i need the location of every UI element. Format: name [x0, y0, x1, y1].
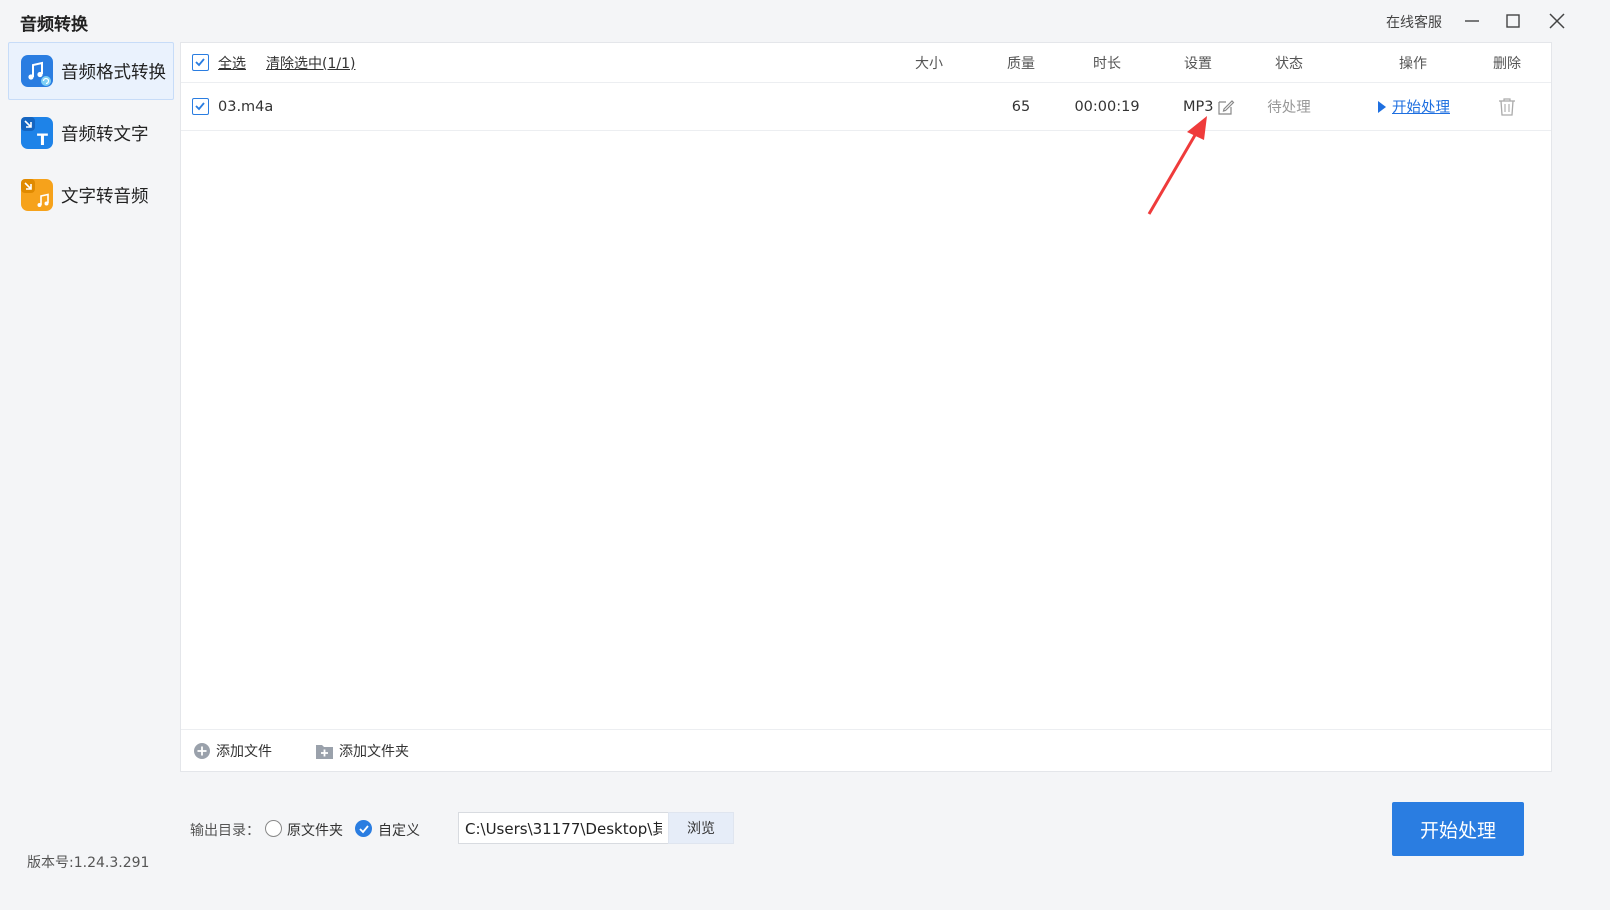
file-duration: 00:00:19 [1074, 98, 1140, 115]
sidebar: 音频格式转换 T 音频转文字 文字转音频 [8, 42, 174, 228]
sidebar-item-audio-to-text[interactable]: T 音频转文字 [8, 104, 174, 162]
maximize-icon [1506, 14, 1520, 28]
check-icon [195, 102, 205, 111]
check-icon [195, 58, 205, 67]
sidebar-item-label: 文字转音频 [61, 186, 149, 207]
check-icon [359, 825, 369, 834]
text-to-audio-icon [21, 179, 53, 211]
audio-to-text-icon: T [21, 117, 53, 149]
col-duration: 时长 [1093, 55, 1121, 72]
checkbox[interactable] [192, 54, 209, 71]
close-icon [1549, 13, 1565, 29]
annotation-arrow-icon [1147, 116, 1207, 215]
start-process-button[interactable]: 开始处理 [1392, 802, 1524, 856]
sidebar-item-audio-format-convert[interactable]: 音频格式转换 [8, 42, 174, 100]
file-actions-bar: 添加文件 添加文件夹 [181, 729, 1551, 771]
radio-original-folder[interactable] [265, 820, 282, 837]
file-quality: 65 [1011, 98, 1031, 115]
add-circle-icon [194, 742, 210, 759]
edit-icon[interactable] [1217, 98, 1235, 116]
col-action: 操作 [1399, 55, 1427, 72]
output-label: 输出目录： [190, 823, 260, 839]
radio-custom-folder[interactable] [355, 820, 372, 837]
col-size: 大小 [915, 55, 943, 72]
row-checkbox[interactable] [192, 98, 209, 115]
delete-button[interactable] [1498, 83, 1516, 130]
title-bar: 音频转换 在线客服 [0, 0, 1610, 42]
col-quality: 质量 [1007, 55, 1035, 72]
app-title: 音频转换 [20, 15, 88, 35]
sidebar-item-label: 音频转文字 [61, 124, 149, 145]
add-file-label: 添加文件 [216, 743, 272, 760]
file-status: 待处理 [1267, 100, 1311, 116]
minimize-button[interactable] [1459, 8, 1485, 34]
file-name: 03.m4a [218, 98, 274, 115]
close-button[interactable] [1544, 8, 1570, 34]
browse-button[interactable]: 浏览 [668, 812, 734, 844]
file-list-panel: 全选 清除选中(1/1) 大小 质量 时长 设置 状态 操作 删除 03.m4a… [180, 42, 1552, 772]
table-row[interactable]: 03.m4a 65 00:00:19 MP3 待处理 开始处理 [181, 83, 1551, 131]
table-header: 全选 清除选中(1/1) 大小 质量 时长 设置 状态 操作 删除 [181, 43, 1551, 83]
radio-custom-label[interactable]: 自定义 [378, 820, 420, 840]
svg-text:T: T [37, 130, 48, 149]
sidebar-item-label: 音频格式转换 [61, 62, 166, 83]
row-start-action[interactable]: 开始处理 [1376, 83, 1450, 130]
minimize-icon [1465, 20, 1479, 22]
output-path-input[interactable] [458, 812, 668, 844]
select-all-checkbox[interactable] [192, 43, 209, 82]
col-settings: 设置 [1184, 55, 1212, 72]
version-label: 版本号:1.24.3.291 [27, 855, 150, 871]
start-process-link[interactable]: 开始处理 [1392, 96, 1450, 117]
add-folder-icon [316, 744, 333, 759]
play-icon [1378, 100, 1386, 113]
col-status: 状态 [1275, 55, 1303, 72]
add-file-button[interactable]: 添加文件 [193, 730, 272, 771]
music-convert-icon [21, 55, 53, 87]
add-folder-label: 添加文件夹 [339, 743, 409, 760]
clear-selected-link[interactable]: 清除选中(1/1) [266, 53, 355, 73]
radio-original-label[interactable]: 原文件夹 [287, 820, 343, 840]
output-directory: 输出目录： 原文件夹 自定义 浏览 [190, 812, 750, 846]
customer-service-link[interactable]: 在线客服 [1386, 12, 1442, 32]
sidebar-item-text-to-audio[interactable]: 文字转音频 [8, 166, 174, 224]
select-all-link[interactable]: 全选 [218, 53, 246, 73]
col-delete: 删除 [1493, 55, 1521, 72]
add-folder-button[interactable]: 添加文件夹 [315, 730, 409, 771]
maximize-button[interactable] [1500, 8, 1526, 34]
trash-icon [1499, 97, 1515, 116]
